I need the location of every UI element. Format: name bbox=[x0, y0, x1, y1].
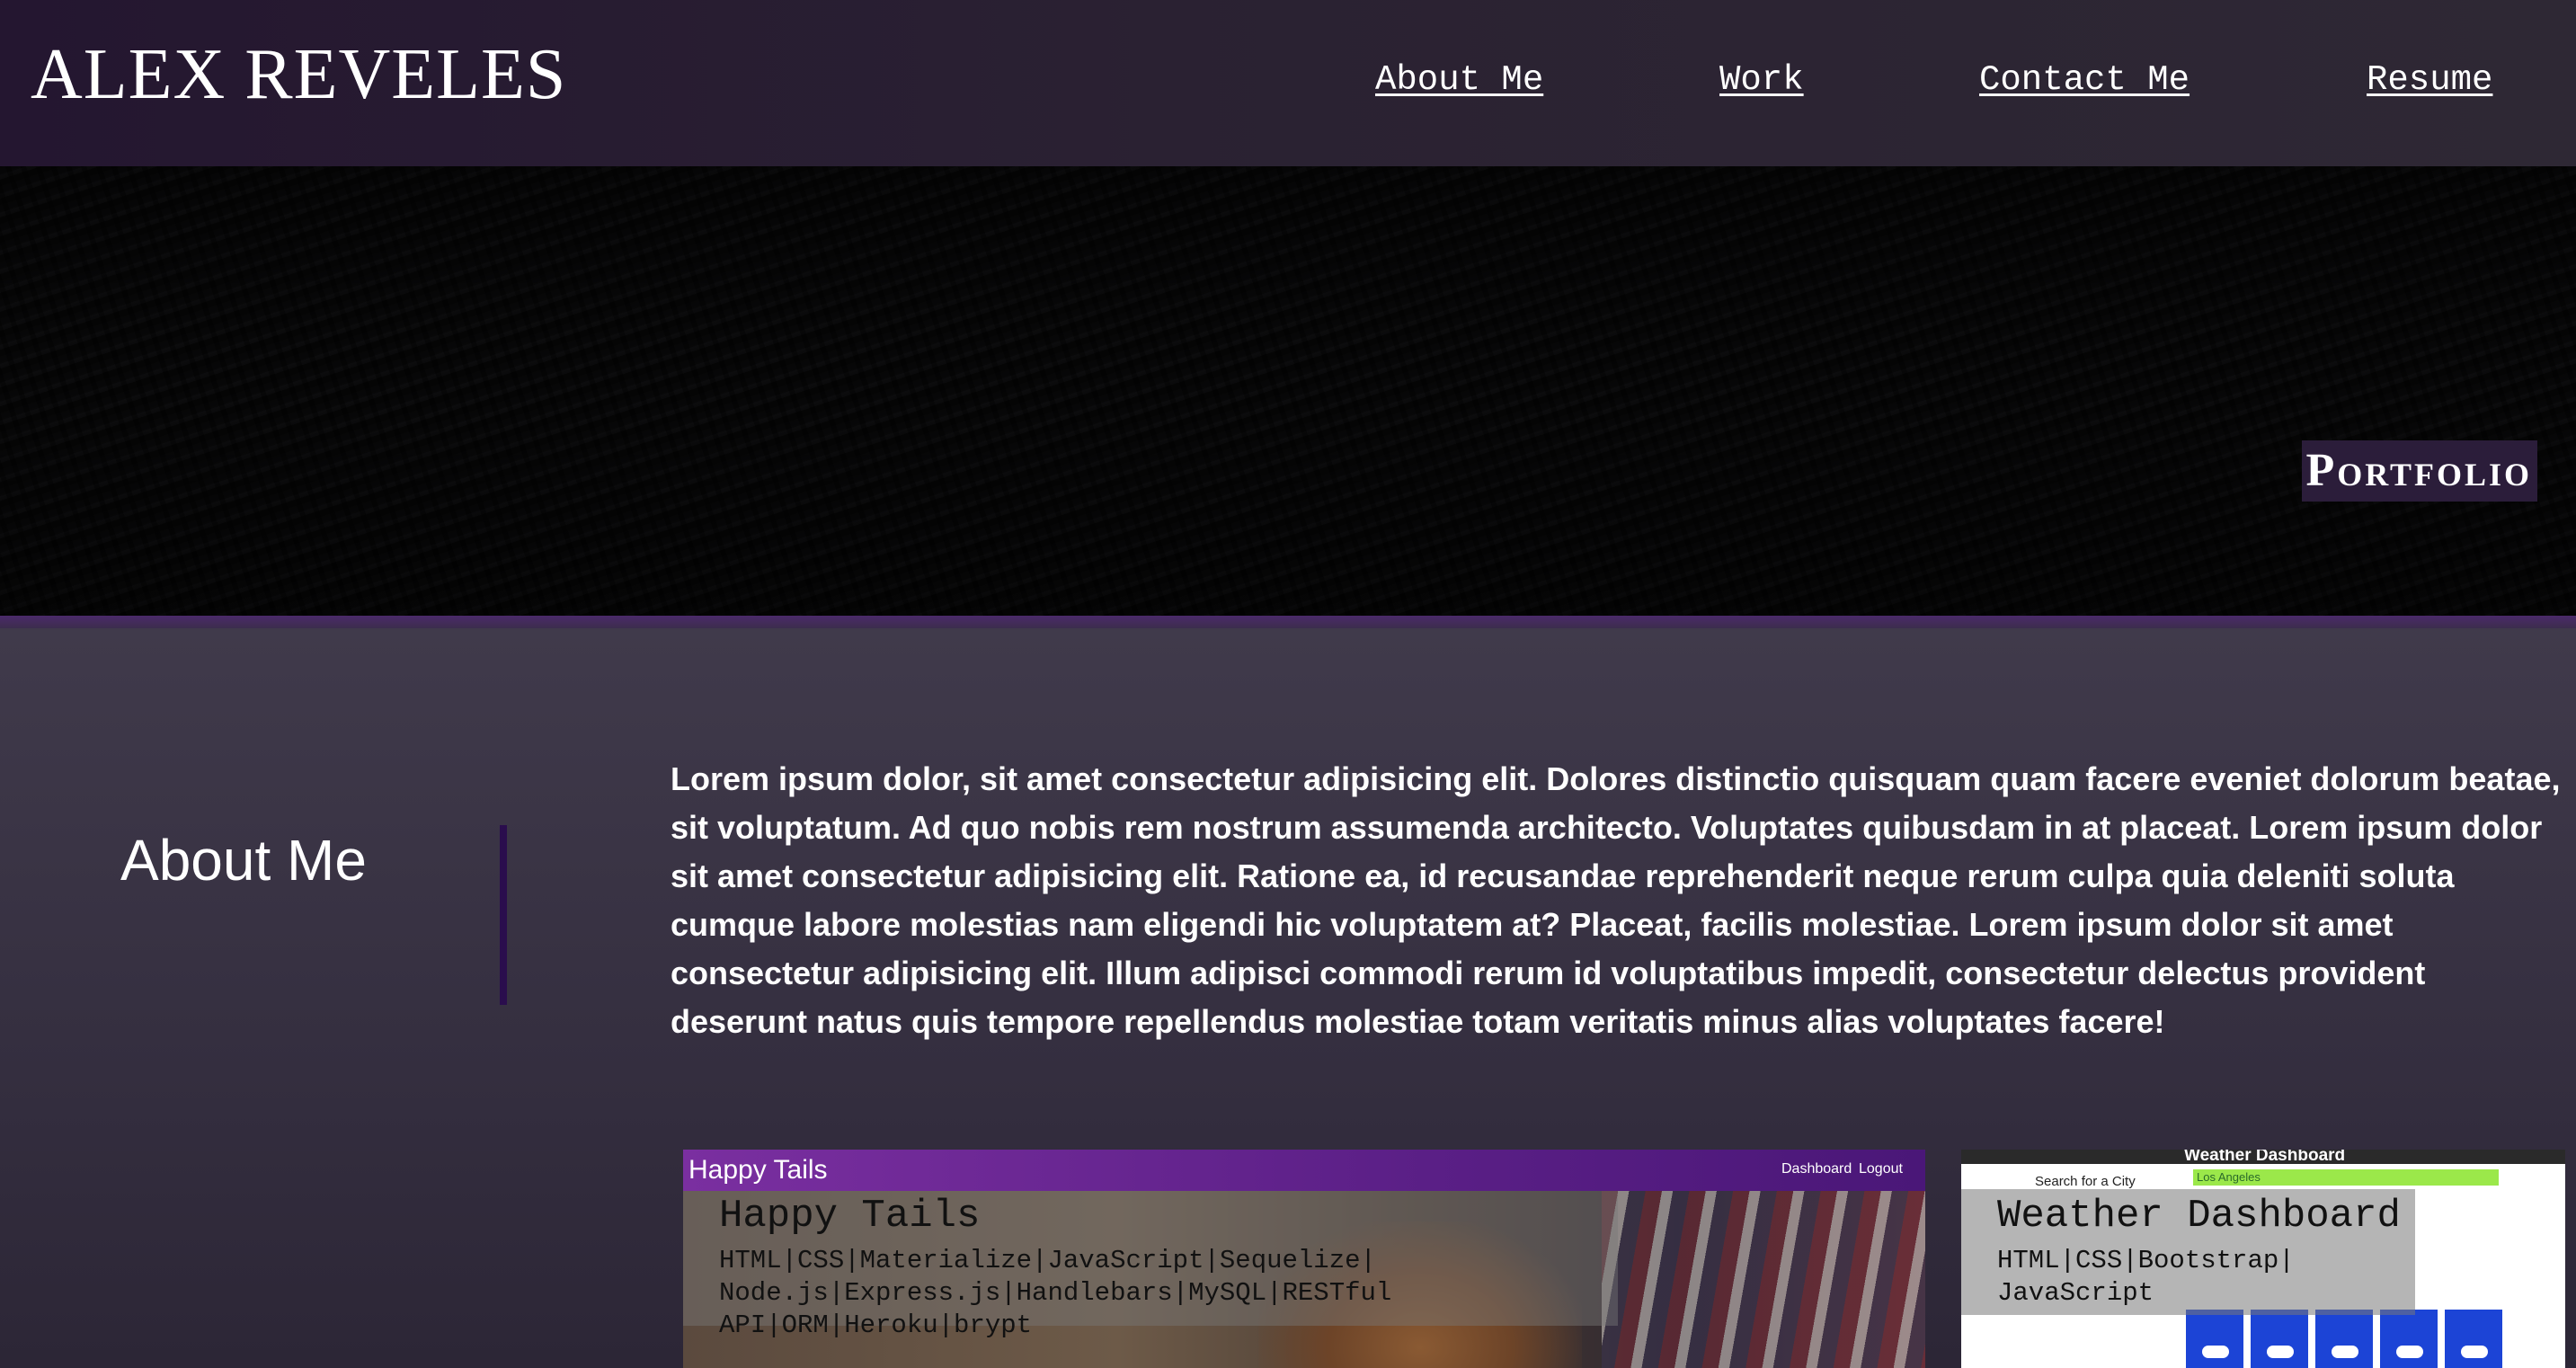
project-tech-line: API|ORM|Heroku|brypt bbox=[719, 1310, 1033, 1340]
about-text: Lorem ipsum dolor, sit amet consectetur … bbox=[671, 760, 2561, 1040]
about-divider bbox=[500, 825, 507, 1005]
project-title: Weather Dashboard bbox=[1997, 1194, 2401, 1239]
project-tech-line: HTML|CSS|Bootstrap| bbox=[1997, 1246, 2295, 1275]
dashboard-link: Dashboard bbox=[1781, 1161, 1852, 1177]
project-tech-line: HTML|CSS|Materialize|JavaScript|Sequeliz… bbox=[719, 1246, 1376, 1275]
forecast-tile bbox=[2186, 1310, 2243, 1368]
project-title: Happy Tails bbox=[719, 1194, 981, 1239]
search-value: Los Angeles bbox=[2197, 1170, 2261, 1184]
main-content: About Me Lorem ipsum dolor, sit amet con… bbox=[0, 628, 2576, 1368]
about-heading: About Me bbox=[120, 828, 367, 893]
cloud-icon bbox=[2396, 1346, 2423, 1358]
cloud-icon bbox=[2202, 1346, 2229, 1358]
search-input: Los Angeles bbox=[2193, 1169, 2499, 1186]
nav-work[interactable]: Work bbox=[1719, 58, 1804, 102]
brand-name[interactable]: ALEX REVELES bbox=[31, 34, 566, 115]
portfolio-badge: Portfolio bbox=[2302, 440, 2537, 502]
nav-contact-me[interactable]: Contact Me bbox=[1979, 58, 2190, 102]
app-navbar: Weather Dashboard bbox=[1961, 1150, 2565, 1165]
forecast-tile bbox=[2315, 1310, 2373, 1368]
forecast-tile bbox=[2380, 1310, 2438, 1368]
forecast-tile bbox=[2445, 1310, 2502, 1368]
nav-about-me[interactable]: About Me bbox=[1375, 58, 1543, 102]
cloud-icon bbox=[2332, 1346, 2358, 1358]
search-label: Search for a City bbox=[2035, 1174, 2136, 1189]
project-tech-line: JavaScript bbox=[1997, 1278, 2154, 1308]
nav-resume[interactable]: Resume bbox=[2367, 58, 2492, 102]
logout-link: Logout bbox=[1859, 1161, 1903, 1177]
app-title: Weather Dashboard bbox=[2184, 1150, 2346, 1165]
forecast-tile bbox=[2251, 1310, 2308, 1368]
hero-banner: Portfolio bbox=[0, 166, 2576, 616]
project-card-weather-dashboard[interactable]: Weather Dashboard Search for a City Los … bbox=[1961, 1150, 2565, 1368]
hero-divider-bar bbox=[0, 616, 2576, 628]
cloud-icon bbox=[2267, 1346, 2294, 1358]
site-header: ALEX REVELES About Me Work Contact Me Re… bbox=[0, 0, 2576, 166]
flag-image bbox=[1602, 1191, 1925, 1368]
cloud-icon bbox=[2461, 1346, 2488, 1358]
hero-texture bbox=[0, 166, 2576, 616]
app-title: Happy Tails bbox=[688, 1155, 828, 1185]
app-navbar: Happy Tails Dashboard Logout bbox=[683, 1150, 1925, 1191]
project-tech-line: Node.js|Express.js|Handlebars|MySQL|REST… bbox=[719, 1278, 1392, 1308]
project-card-happy-tails[interactable]: Happy Tails Dashboard Logout Happy Tails… bbox=[683, 1150, 1925, 1368]
